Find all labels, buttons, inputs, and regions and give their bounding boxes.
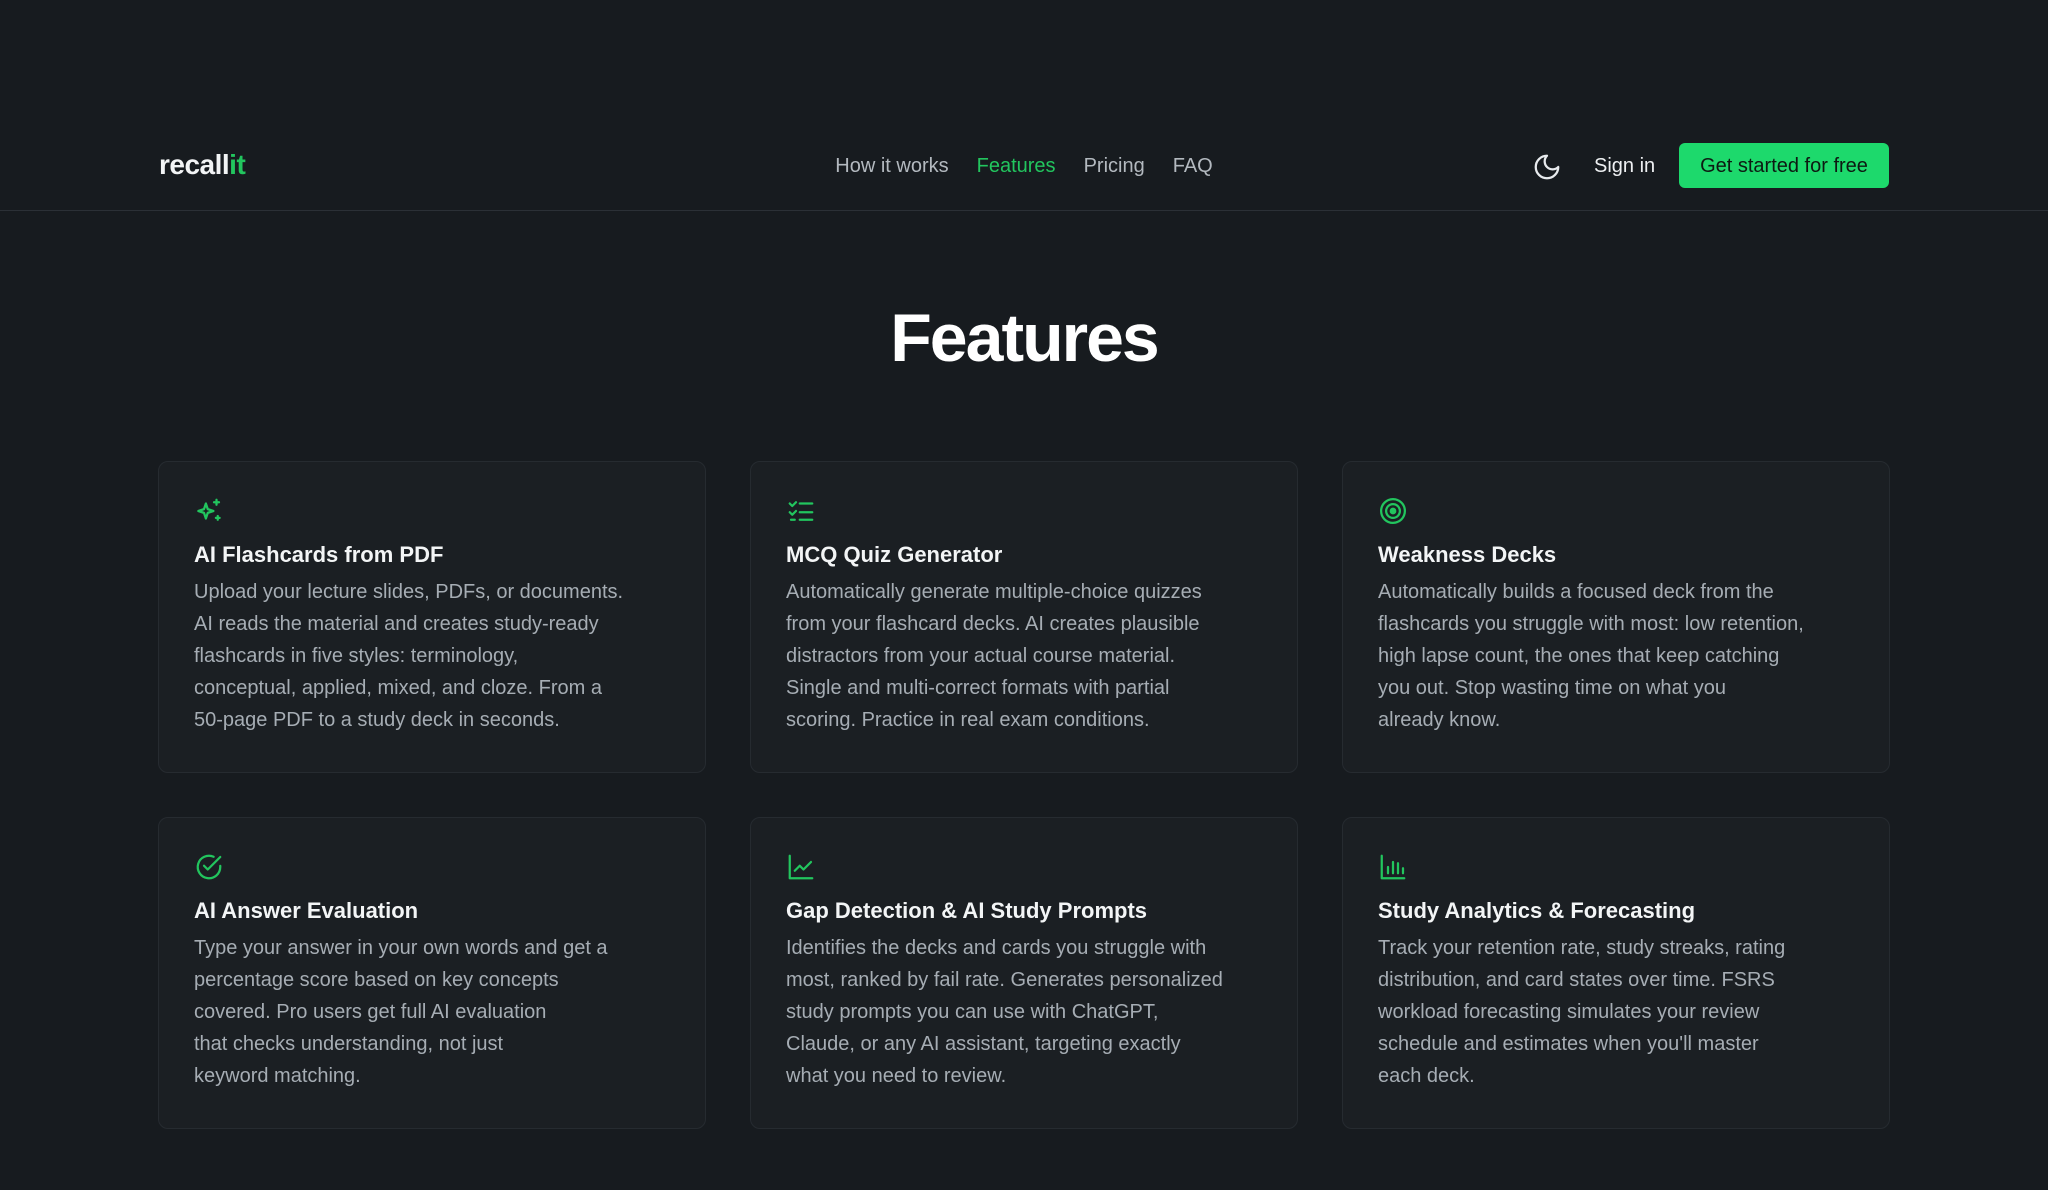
feature-description: Automatically builds a focused deck from… xyxy=(1378,581,1804,731)
feature-card: Weakness Decks Automatically builds a fo… xyxy=(1342,461,1890,773)
check-circle-icon xyxy=(194,852,224,882)
feature-title: AI Flashcards from PDF xyxy=(194,542,444,567)
feature-title: AI Answer Evaluation xyxy=(194,898,419,923)
features-grid: AI Flashcards from PDF Upload your lectu… xyxy=(158,461,1890,1129)
line-chart-icon xyxy=(786,852,816,882)
feature-card: AI Flashcards from PDF Upload your lectu… xyxy=(158,461,706,773)
list-checks-icon xyxy=(786,496,816,526)
get-started-button[interactable]: Get started for free xyxy=(1679,143,1889,188)
feature-description: Track your retention rate, study streaks… xyxy=(1378,937,1786,1087)
nav-item-features[interactable]: Features xyxy=(977,150,1056,182)
nav-item-how-it-works[interactable]: How it works xyxy=(835,150,948,182)
feature-card: AI Answer Evaluation Type your answer in… xyxy=(158,817,706,1129)
sparkles-icon xyxy=(194,496,224,526)
nav-item-faq[interactable]: FAQ xyxy=(1173,150,1213,182)
target-icon xyxy=(1378,496,1408,526)
feature-description: Type your answer in your own words and g… xyxy=(194,937,608,1087)
feature-title: Gap Detection & AI Study Prompts xyxy=(786,898,1148,923)
feature-title: MCQ Quiz Generator xyxy=(786,542,1003,567)
feature-card: MCQ Quiz Generator Automatically generat… xyxy=(750,461,1298,773)
feature-card: Gap Detection & AI Study Prompts Identif… xyxy=(750,817,1298,1129)
site-header: recallit How it works Features Pricing F… xyxy=(0,0,2048,211)
feature-card: Study Analytics & Forecasting Track your… xyxy=(1342,817,1890,1129)
bar-chart-icon xyxy=(1378,852,1408,882)
feature-description: Automatically generate multiple-choice q… xyxy=(786,581,1202,731)
sign-in-link[interactable]: Sign in xyxy=(1594,150,1655,182)
feature-description: Upload your lecture slides, PDFs, or doc… xyxy=(194,581,624,731)
feature-description: Identifies the decks and cards you strug… xyxy=(786,937,1223,1087)
page-title: Features xyxy=(890,300,1159,376)
feature-title: Study Analytics & Forecasting xyxy=(1378,898,1696,923)
nav-item-pricing[interactable]: Pricing xyxy=(1084,150,1145,182)
feature-title: Weakness Decks xyxy=(1378,542,1557,567)
moon-icon[interactable] xyxy=(1532,152,1562,182)
